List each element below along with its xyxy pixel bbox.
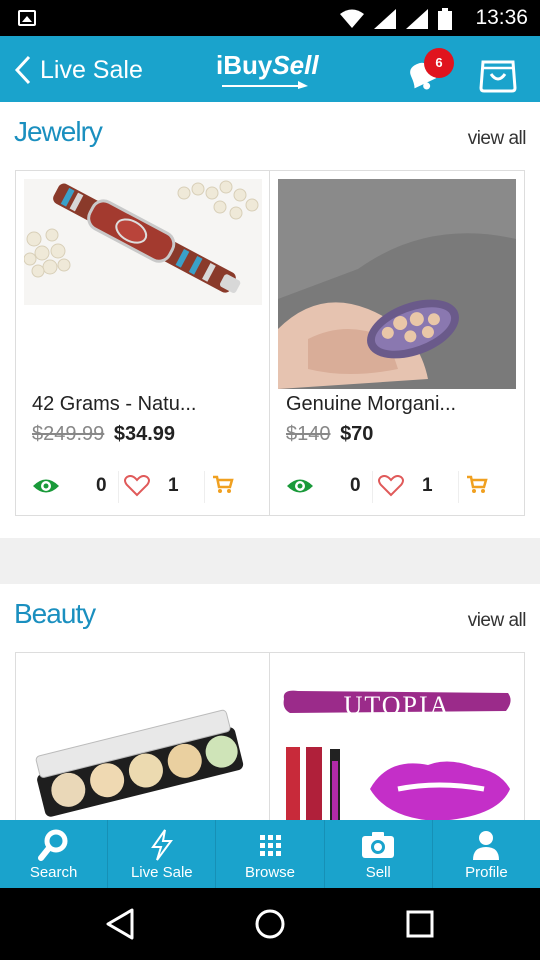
nav-label: Profile [465,864,508,881]
header-title: Live Sale [40,55,143,84]
jewelry-product-grid: 42 Grams - Natu... $249.99 $34.99 0 1 Ge… [15,170,525,516]
notification-badge: 6 [424,48,454,78]
search-icon [37,829,68,861]
nav-sell[interactable]: Sell [325,820,433,888]
nav-browse[interactable]: Browse [216,820,325,888]
home-circle-icon[interactable] [252,906,288,942]
product-stats: 0 1 [270,467,524,507]
view-all-beauty-link[interactable]: view all [468,610,527,632]
logo-arrow-icon [222,81,308,89]
product-stats: 0 1 [16,467,270,507]
product-name: 42 Grams - Natu... [32,393,197,415]
ibuysell-logo[interactable]: iBuySell [216,50,319,81]
bottom-navigation: Search Live Sale Browse Sell Profile [0,820,540,888]
ring-image [278,179,516,389]
signal-icon [406,9,428,29]
product-card[interactable] [16,653,270,821]
stats-divider [372,471,373,503]
android-navigation-bar [0,888,540,960]
lipstick-image [278,661,516,821]
views-button[interactable] [32,475,60,501]
views-button[interactable] [286,475,314,501]
eye-icon [33,479,59,493]
product-card[interactable]: 42 Grams - Natu... $249.99 $34.99 0 1 [16,171,270,515]
concealer-palette-image [24,661,262,821]
nav-label: Sell [365,864,391,881]
logo-text-suffix: Sell [272,50,319,80]
nav-label: Browse [244,864,296,881]
status-bar: 13:36 [0,0,540,36]
product-card[interactable]: Genuine Morgani... $140 $70 0 1 [270,171,524,515]
battery-icon [438,8,452,30]
view-all-jewelry-link[interactable]: view all [468,128,527,150]
like-count: 1 [422,475,433,496]
nav-label: Search [29,864,78,881]
app-header: Live Sale iBuySell 6 [0,36,540,102]
product-image [24,179,262,305]
product-image [24,661,262,821]
product-prices: $249.99 $34.99 [32,423,175,446]
bracelet-image [24,179,262,305]
utopia-banner-text: UTOPIA [343,691,451,720]
lightning-icon [150,829,173,861]
beauty-product-grid: UTOPIA [15,652,525,821]
recents-square-icon[interactable] [402,906,438,942]
original-price: $140 [286,423,331,445]
nav-search[interactable]: Search [0,820,109,888]
cart-icon [467,475,488,493]
view-count: 0 [96,475,107,496]
sale-price: $34.99 [113,423,176,445]
wifi-icon [340,9,364,28]
shopping-bag-icon [479,60,517,93]
beauty-section-header: Beauty view all [0,586,540,642]
sale-price: $70 [340,423,374,445]
person-icon [473,831,500,860]
logo-text-prefix: iBuy [216,50,273,80]
back-triangle-icon[interactable] [102,906,138,942]
image-notification-icon [18,10,36,26]
like-button[interactable] [124,475,150,501]
nav-label: Live Sale [130,864,193,881]
stats-divider [458,471,459,503]
product-prices: $140 $70 [286,423,373,446]
section-divider [0,538,540,584]
stats-divider [204,471,205,503]
nav-profile[interactable]: Profile [433,820,540,888]
section-title-jewelry: Jewelry [14,116,103,147]
grid-icon [260,835,281,856]
signal-icon [374,9,396,29]
add-to-cart-button[interactable] [212,475,234,499]
like-button[interactable] [378,475,404,501]
heart-icon [124,475,150,497]
jewelry-section-header: Jewelry view all [0,104,540,160]
clock: 13:36 [475,6,528,29]
product-name: Genuine Morgani... [286,393,457,415]
back-button[interactable]: Live Sale [14,50,143,90]
stats-divider [118,471,119,503]
add-to-cart-button[interactable] [466,475,488,499]
view-count: 0 [350,475,361,496]
like-count: 1 [168,475,179,496]
product-image [278,661,516,821]
eye-icon [287,479,313,493]
chevron-left-icon [14,55,31,85]
camera-icon [362,832,395,858]
section-title-beauty: Beauty [14,598,96,629]
shopping-bag-button[interactable] [478,54,518,94]
system-icons [340,8,452,30]
product-image [278,179,516,389]
heart-icon [378,475,404,497]
nav-live-sale[interactable]: Live Sale [108,820,217,888]
original-price: $249.99 [32,423,105,445]
product-card[interactable]: UTOPIA [270,653,524,821]
cart-icon [213,475,234,493]
